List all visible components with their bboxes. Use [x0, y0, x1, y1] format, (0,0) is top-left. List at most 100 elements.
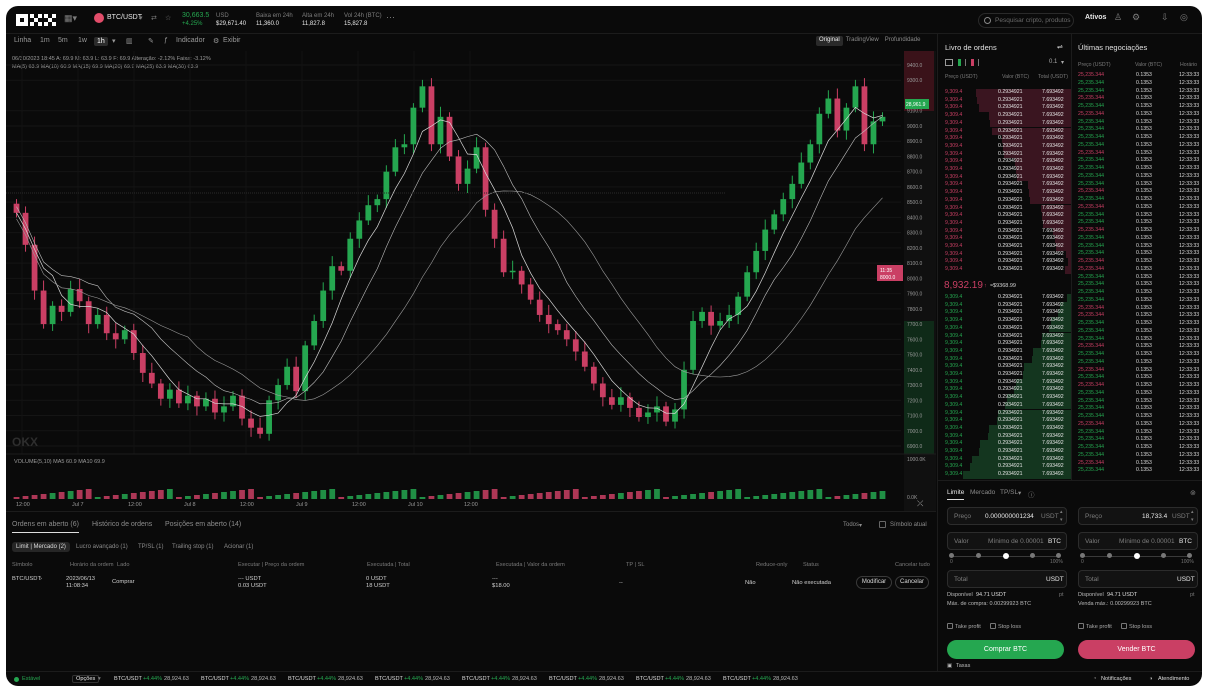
book-step-select[interactable]: 0.1 — [1049, 59, 1057, 65]
swap-icon[interactable]: ⇄ — [151, 14, 157, 22]
view-original[interactable]: Original — [816, 36, 843, 46]
tf-5m[interactable]: 5m — [58, 37, 68, 44]
user-icon[interactable]: ♙ — [1114, 12, 1122, 23]
display-button[interactable]: Exibir — [223, 37, 241, 44]
tab-open-positions[interactable]: Posições em aberto (14) — [165, 521, 241, 528]
filter-all[interactable]: Todos — [843, 522, 859, 528]
chip-tpsl[interactable]: TP/SL (1) — [134, 542, 167, 552]
stepper-up-icon[interactable]: ▴ — [1191, 509, 1194, 515]
ask-row[interactable]: 9,309.4 0.2934921 7.693492 — [938, 227, 1071, 236]
ask-row[interactable]: 9,309.4 0.2934921 7.693492 — [938, 219, 1071, 228]
options-button[interactable]: Opções — [72, 675, 100, 683]
ask-row[interactable]: 9,309.4 0.2934921 7.693492 — [938, 250, 1071, 259]
stepper-down-icon[interactable]: ▾ — [1191, 517, 1194, 523]
bid-row[interactable]: 9,309.4 0.2934921 7.693492 — [938, 432, 1071, 441]
fees-link[interactable]: Taxas — [956, 663, 970, 669]
tab-order-history[interactable]: Histórico de ordens — [92, 521, 152, 528]
order-book-settings-icon[interactable]: ⇌ — [1057, 43, 1063, 51]
ask-row[interactable]: 9,309.4 0.2934921 7.693492 — [938, 266, 1071, 274]
buy-stop-loss-checkbox[interactable]: Stop loss — [990, 623, 1021, 630]
stepper-down-icon[interactable]: ▾ — [1060, 517, 1063, 523]
bid-row[interactable]: 9,309.4 0.2934921 7.693492 — [938, 417, 1071, 425]
stepper-up-icon[interactable]: ▴ — [1060, 509, 1063, 515]
ask-row[interactable]: 9,309.4 0.2934921 7.693492 — [938, 196, 1071, 205]
buy-amount-slider[interactable] — [949, 552, 1061, 562]
ask-row[interactable]: 9,309.4 0.2934921 7.693492 — [938, 173, 1071, 182]
ticker-price[interactable]: 28,924.63 — [164, 676, 189, 682]
ask-row[interactable]: 9,309.4 0.2934921 7.693492 — [938, 258, 1071, 267]
ask-row[interactable]: 9,309.4 0.2934921 7.693492 — [938, 104, 1071, 113]
sell-total-input[interactable]: Total USDT — [1078, 570, 1198, 588]
bid-row[interactable]: 9,309.4 0.2934921 7.693492 — [938, 324, 1071, 333]
sell-price-input[interactable]: Preço 18,733.4 USDT ▴ ▾ — [1078, 507, 1198, 525]
indicator-button[interactable]: Indicador — [176, 37, 205, 44]
tab-market[interactable]: Mercado — [970, 489, 995, 496]
modify-button[interactable]: Modificar — [856, 576, 892, 589]
chevron-right-icon[interactable]: › — [40, 576, 42, 583]
ask-row[interactable]: 9,309.4 0.2934921 7.693492 — [938, 135, 1071, 143]
ticker-change[interactable]: +4.44% — [143, 676, 162, 682]
ask-row[interactable]: 9,309.4 0.2934921 7.693492 — [938, 235, 1071, 243]
chevron-down-icon[interactable]: ▾ — [98, 676, 101, 682]
info-icon[interactable]: ⓘ — [1028, 489, 1035, 499]
ask-row[interactable]: 9,309.4 0.2934921 7.693492 — [938, 158, 1071, 166]
view-tradingview[interactable]: TradingView — [843, 36, 882, 46]
bid-row[interactable]: 9,309.4 0.2934921 7.693492 — [938, 394, 1071, 402]
bid-row[interactable]: 9,309.4 0.2934921 7.693492 — [938, 378, 1071, 387]
assets-link[interactable]: Ativos — [1085, 14, 1106, 21]
current-symbol-checkbox[interactable] — [879, 521, 886, 528]
bid-row[interactable]: 9,309.4 0.2934921 7.693492 — [938, 409, 1071, 418]
sell-amount-slider[interactable] — [1080, 552, 1192, 562]
ask-row[interactable]: 9,309.4 0.2934921 7.693492 — [938, 181, 1071, 190]
book-both-icon[interactable] — [945, 59, 953, 66]
bid-row[interactable]: 9,309.4 0.2934921 7.693492 — [938, 294, 1071, 302]
tf-line[interactable]: Linha — [14, 37, 31, 44]
sell-amount-input[interactable]: Valor Mínimo de 0.00001 BTC — [1078, 532, 1198, 550]
download-icon[interactable]: ⇩ — [1161, 12, 1169, 23]
tab-tpsl[interactable]: TP/SL — [1000, 489, 1018, 496]
chevron-down-icon[interactable]: ▾ — [859, 522, 862, 529]
tf-1h[interactable]: 1h — [94, 37, 108, 46]
sell-stop-loss-checkbox[interactable]: Stop loss — [1121, 623, 1152, 630]
bid-row[interactable]: 9,309.4 0.2934921 7.693492 — [938, 301, 1071, 310]
bid-row[interactable]: 9,309.4 0.2934921 7.693492 — [938, 471, 1071, 479]
chip-advanced[interactable]: Lucro avançado (1) — [72, 542, 132, 552]
cancel-all-button[interactable]: Cancelar tudo — [895, 562, 930, 568]
draw-pen-icon[interactable]: ✎ — [148, 37, 154, 45]
globe-icon[interactable]: ◎ — [1180, 12, 1188, 23]
book-asks-icon[interactable] — [971, 59, 979, 66]
tab-open-orders[interactable]: Ordens em aberto (6) — [12, 521, 79, 533]
ask-row[interactable]: 9,309.4 0.2934921 7.693492 — [938, 212, 1071, 220]
ask-row[interactable]: 9,309.4 0.2934921 7.693492 — [938, 89, 1071, 97]
tf-1m[interactable]: 1m — [40, 37, 50, 44]
ask-row[interactable]: 9,309.4 0.2934921 7.693492 — [938, 166, 1071, 174]
chevron-down-icon[interactable]: ▾ — [112, 37, 116, 45]
bid-row[interactable]: 9,309.4 0.2934921 7.693492 — [938, 371, 1071, 379]
bid-row[interactable]: 9,309.4 0.2934921 7.693492 — [938, 340, 1071, 348]
row-symbol[interactable]: BTC/USDT — [12, 576, 41, 583]
star-icon[interactable]: ☆ — [165, 14, 171, 22]
ask-row[interactable]: 9,309.4 0.2934921 7.693492 — [938, 96, 1071, 105]
bid-row[interactable]: 9,309.4 0.2934921 7.693492 — [938, 332, 1071, 341]
apps-grid-icon[interactable]: ▦▾ — [64, 13, 77, 24]
chevron-down-icon[interactable]: ▾ — [1061, 59, 1064, 66]
ask-row[interactable]: 9,309.4 0.2934921 7.693492 — [938, 243, 1071, 251]
bid-row[interactable]: 9,309.4 0.2934921 7.693492 — [938, 355, 1071, 364]
buy-total-input[interactable]: Total USDT — [947, 570, 1067, 588]
chip-limit-market[interactable]: Limit | Mercado (2) — [12, 542, 70, 552]
buy-take-profit-checkbox[interactable]: Take profit — [947, 623, 981, 630]
bid-row[interactable]: 9,309.4 0.2934921 7.693492 — [938, 424, 1071, 433]
bid-row[interactable]: 9,309.4 0.2934921 7.693492 — [938, 463, 1071, 472]
view-depth[interactable]: Profundidade — [882, 36, 924, 46]
chevron-down-icon[interactable]: ▾ — [139, 14, 143, 22]
bid-row[interactable]: 9,309.4 0.2934921 7.693492 — [938, 455, 1071, 464]
bid-row[interactable]: 9,309.4 0.2934921 7.693492 — [938, 363, 1071, 371]
support-link[interactable]: Atendimento — [1158, 676, 1189, 682]
ask-row[interactable]: 9,309.4 0.2934921 7.693492 — [938, 119, 1071, 128]
candle-type-icon[interactable]: ▥ — [126, 37, 133, 45]
headset-icon[interactable]: ◑ — [1149, 676, 1152, 682]
bid-row[interactable]: 9,309.4 0.2934921 7.693492 — [938, 401, 1071, 410]
bid-row[interactable]: 9,309.4 0.2934921 7.693492 — [938, 448, 1071, 456]
ask-row[interactable]: 9,309.4 0.2934921 7.693492 — [938, 142, 1071, 151]
ask-row[interactable]: 9,309.4 0.2934921 7.693492 — [938, 127, 1071, 136]
